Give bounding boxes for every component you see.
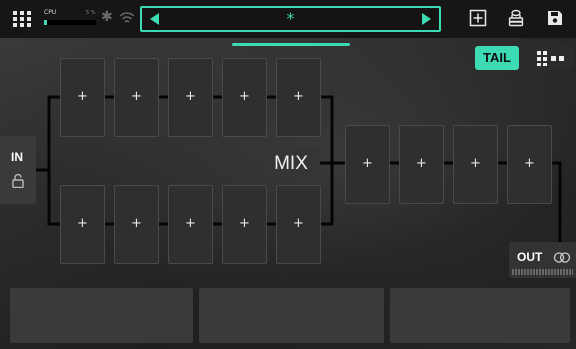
add-block-icon: +: [416, 156, 427, 171]
output-meter: [512, 269, 573, 275]
input-panel[interactable]: IN: [0, 136, 36, 204]
add-block-icon: +: [185, 216, 196, 231]
block-slot[interactable]: +: [507, 125, 552, 204]
footer-panel-right[interactable]: [390, 288, 570, 343]
footer-panel-left[interactable]: [10, 288, 193, 343]
block-slot[interactable]: +: [60, 58, 105, 137]
add-block-icon: +: [185, 89, 196, 104]
add-block-icon: +: [470, 156, 481, 171]
add-block-icon: +: [77, 216, 88, 231]
block-slot[interactable]: +: [276, 185, 321, 264]
add-block-icon: +: [524, 156, 535, 171]
block-slot[interactable]: +: [114, 185, 159, 264]
add-block-icon: +: [131, 216, 142, 231]
block-slot[interactable]: +: [222, 185, 267, 264]
add-block-icon: +: [239, 216, 250, 231]
mix-block[interactable]: MIX: [262, 149, 320, 178]
block-slot[interactable]: +: [60, 185, 105, 264]
block-slot[interactable]: +: [276, 58, 321, 137]
block-slot[interactable]: +: [222, 58, 267, 137]
unlock-icon[interactable]: [12, 174, 24, 188]
block-slot[interactable]: +: [168, 185, 213, 264]
add-block-icon: +: [77, 89, 88, 104]
add-block-icon: +: [362, 156, 373, 171]
output-panel[interactable]: OUT: [509, 242, 576, 278]
block-slot[interactable]: +: [453, 125, 498, 204]
block-slot[interactable]: +: [399, 125, 444, 204]
block-slot[interactable]: +: [345, 125, 390, 204]
stereo-link-icon[interactable]: [553, 252, 571, 263]
add-block-icon: +: [131, 89, 142, 104]
input-label: IN: [11, 150, 23, 164]
add-block-icon: +: [293, 89, 304, 104]
add-block-icon: +: [293, 216, 304, 231]
block-slot[interactable]: +: [168, 58, 213, 137]
footer-panel-center[interactable]: [199, 288, 384, 343]
add-block-icon: +: [239, 89, 250, 104]
block-slot[interactable]: +: [114, 58, 159, 137]
output-label: OUT: [517, 250, 543, 264]
